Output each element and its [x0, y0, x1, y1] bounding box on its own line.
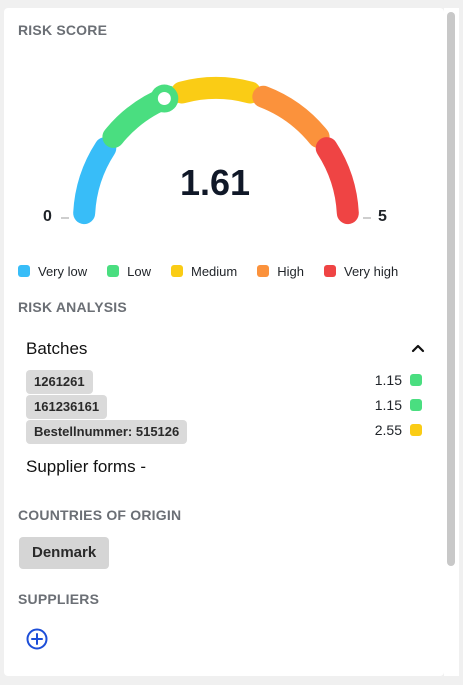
- gauge-max-label: 5: [378, 208, 387, 225]
- batch-risk-indicator: [410, 424, 422, 436]
- risk-score-value: 1.61: [179, 162, 251, 203]
- gauge-segment-high: [252, 85, 330, 148]
- risk-legend: Very low Low Medium High Very high: [18, 262, 428, 280]
- countries-title: COUNTRIES OF ORIGIN: [18, 507, 182, 523]
- legend-very-low: Very low: [18, 264, 87, 279]
- legend-label: Very low: [38, 263, 88, 279]
- legend-label: Medium: [191, 263, 238, 279]
- batch-chip[interactable]: Bestellnummer: 515126: [26, 420, 188, 444]
- add-supplier-icon[interactable]: [26, 628, 48, 650]
- gauge-segment-medium: [170, 77, 262, 104]
- legend-medium: Medium: [171, 264, 237, 279]
- gauge-segment-very-high: [315, 137, 359, 225]
- batch-chip[interactable]: 1261261: [26, 370, 93, 394]
- legend-low: Low: [107, 264, 151, 279]
- chevron-up-icon[interactable]: [410, 340, 426, 356]
- legend-swatch: [18, 265, 30, 277]
- legend-label: Low: [127, 263, 151, 279]
- legend-swatch: [257, 265, 270, 277]
- gauge-needle: [150, 84, 179, 113]
- risk-gauge: [61, 77, 371, 225]
- gauge-needle-center: [157, 92, 171, 106]
- legend-swatch: [171, 265, 183, 277]
- legend-very-high: Very high: [324, 264, 398, 279]
- gauge-segment-very-low: [73, 137, 117, 225]
- batch-score: 2.55: [374, 422, 402, 438]
- suppliers-title: SUPPLIERS: [18, 591, 100, 607]
- batch-score: 1.15: [374, 372, 402, 388]
- batch-risk-indicator: [410, 374, 422, 386]
- batches-heading: Batches: [26, 339, 88, 358]
- country-chip[interactable]: Denmark: [19, 537, 110, 569]
- batch-score: 1.15: [374, 397, 402, 413]
- batch-chip[interactable]: 161236161: [26, 395, 108, 419]
- batch-risk-indicator: [410, 399, 422, 411]
- legend-label: High: [277, 263, 304, 279]
- legend-swatch: [107, 265, 120, 277]
- gauge-min-label: 0: [43, 208, 52, 225]
- supplier-forms-label: Supplier forms -: [26, 457, 146, 476]
- legend-high: High: [257, 264, 304, 279]
- legend-swatch: [324, 265, 336, 277]
- risk-analysis-title: RISK ANALYSIS: [18, 299, 127, 315]
- legend-label: Very high: [344, 263, 399, 279]
